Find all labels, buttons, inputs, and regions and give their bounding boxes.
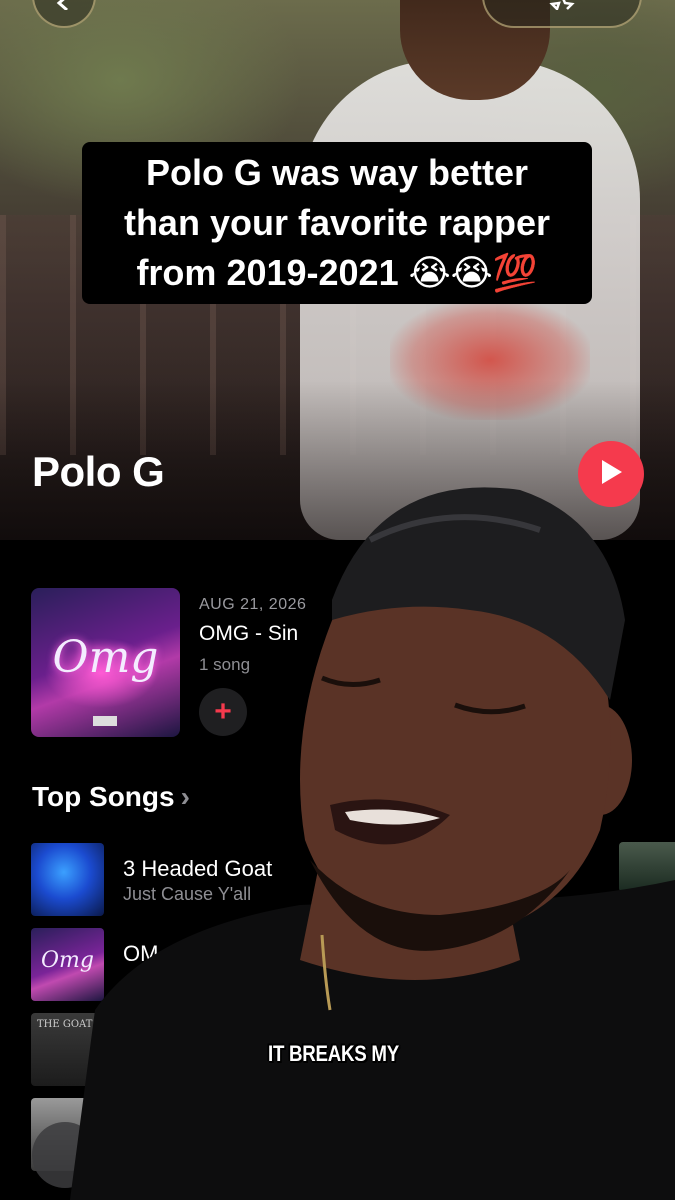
caption-line-1: Polo G was way better xyxy=(145,152,529,193)
reaction-shirt xyxy=(70,880,675,1200)
adjacent-column-artwork[interactable] xyxy=(619,842,675,892)
reaction-left-eye xyxy=(321,675,381,687)
song-3-art-text: THE GOAT xyxy=(37,1019,93,1030)
star-icon xyxy=(549,0,575,16)
caption-line-3: from 2019-2021 😭😭💯 xyxy=(136,252,538,293)
release-title[interactable]: OMG - Sin xyxy=(199,622,298,646)
reaction-face xyxy=(300,570,611,940)
reaction-right-eye xyxy=(454,702,526,715)
chevron-left-icon xyxy=(53,0,75,16)
favorite-button[interactable] xyxy=(482,0,642,28)
add-release-button[interactable]: + xyxy=(199,688,247,736)
release-date: AUG 21, 2026 xyxy=(199,596,307,613)
explicit-advisory-label xyxy=(93,716,117,726)
reaction-teeth xyxy=(345,809,440,825)
song-artwork-1[interactable] xyxy=(31,843,104,916)
song-subtitle-1: Just Cause Y'all xyxy=(123,884,252,904)
song-2-art-text: Omg xyxy=(41,948,94,973)
reaction-mouth xyxy=(330,799,450,845)
back-button[interactable] xyxy=(32,0,96,28)
artist-name: Polo G xyxy=(32,448,165,495)
caption-line-2: than your favorite rapper xyxy=(123,202,551,243)
mini-player-button[interactable] xyxy=(32,1122,98,1188)
reaction-beard xyxy=(310,860,570,951)
plus-icon: + xyxy=(214,695,232,728)
reaction-ear xyxy=(568,705,632,815)
artist-hero: Polo G was way better than your favorite… xyxy=(0,0,675,540)
song-artwork-2[interactable]: Omg xyxy=(31,928,104,1001)
release-song-count: 1 song xyxy=(199,655,251,674)
play-button[interactable] xyxy=(578,441,644,507)
top-songs-header[interactable]: Top Songs › xyxy=(32,781,190,813)
song-title-2[interactable]: OM xyxy=(123,941,158,967)
chevron-right-icon: › xyxy=(180,781,190,812)
reaction-subtitle: IT BREAKS MY xyxy=(268,1041,399,1066)
reaction-neck xyxy=(300,860,520,980)
video-caption: Polo G was way better than your favorite… xyxy=(82,142,592,304)
song-artwork-3[interactable]: THE GOAT xyxy=(31,1013,104,1086)
top-songs-title: Top Songs xyxy=(32,781,175,812)
reaction-chain xyxy=(320,934,332,1011)
play-icon xyxy=(598,458,624,491)
release-artwork[interactable]: Omg xyxy=(31,588,180,737)
song-title-1[interactable]: 3 Headed Goat xyxy=(123,856,272,882)
release-art-text: Omg xyxy=(52,632,159,683)
